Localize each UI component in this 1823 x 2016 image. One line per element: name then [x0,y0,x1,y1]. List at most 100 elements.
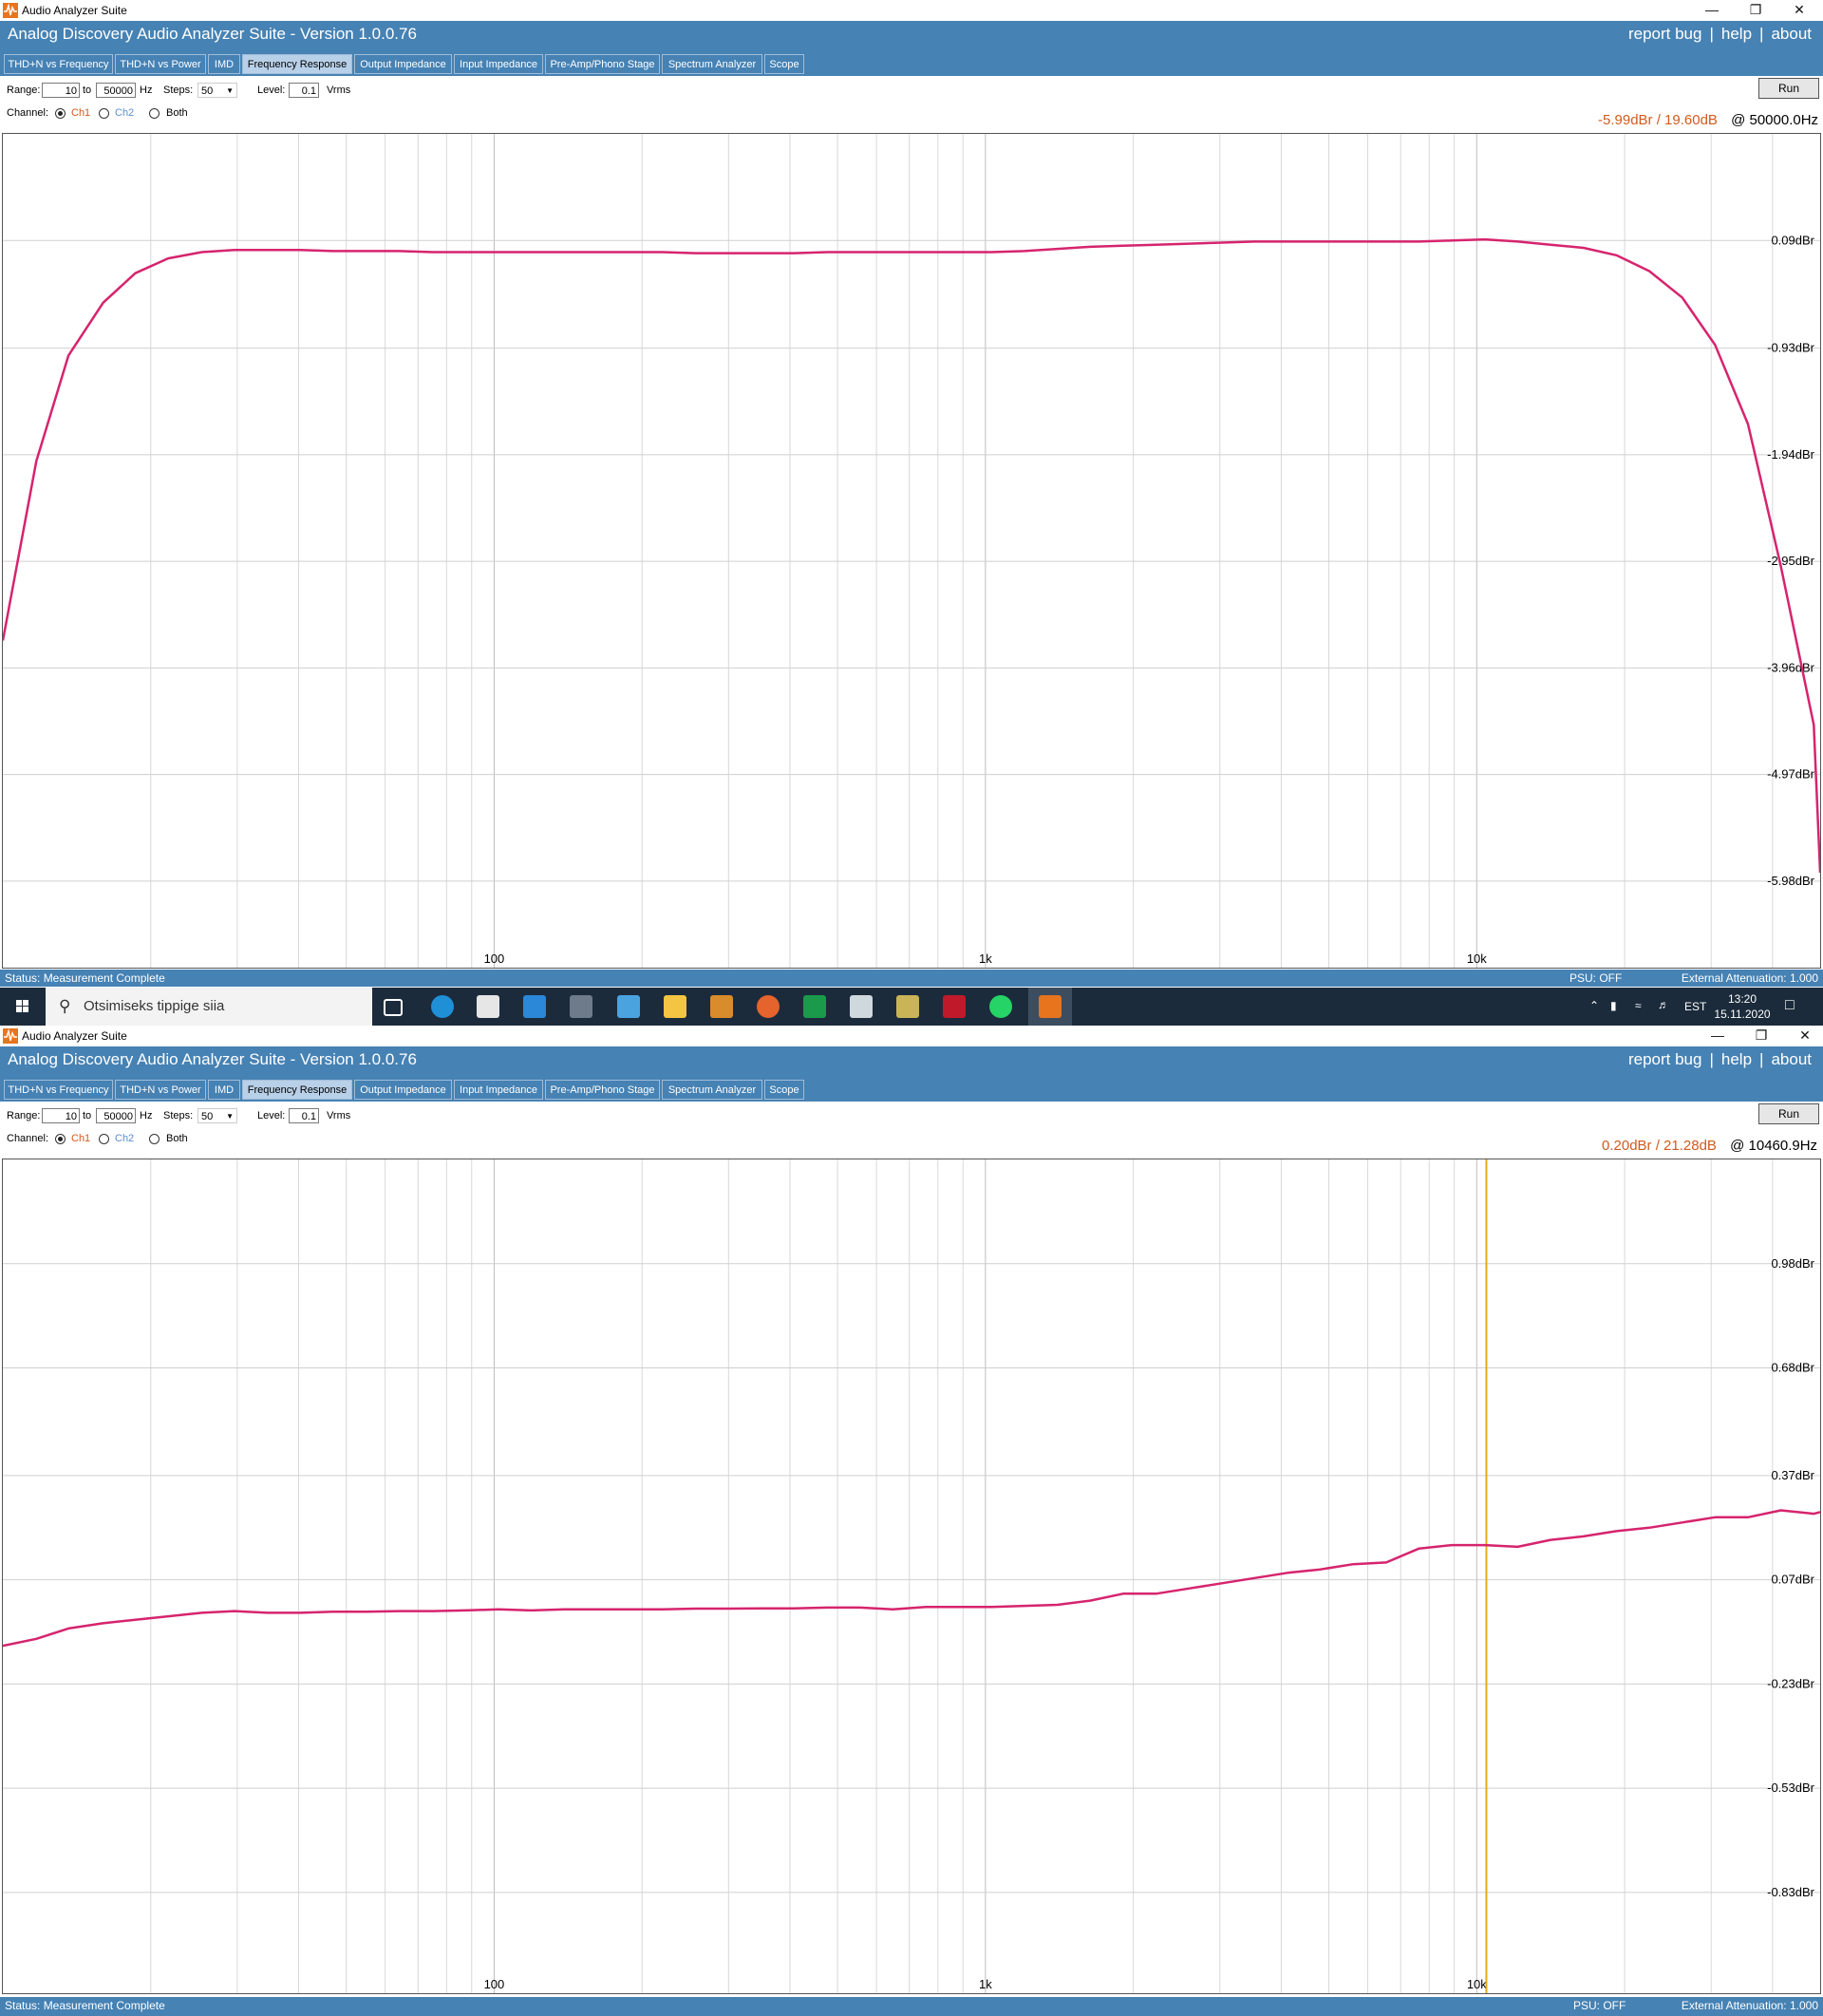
title-bar[interactable]: Audio Analyzer Suite — ❐ ✕ [0,1026,1823,1046]
chart-plot-area: 0.09dBr -0.93dBr -1.94dBr -2.95dBr -3.96dBr -… [3,134,1820,968]
y-tick-label: -0.53dBr [1767,1780,1815,1795]
taskbar-search[interactable]: ⚲ Otsimiseks tippige siia [46,988,372,1026]
range-from-input[interactable]: 10 [42,1108,80,1123]
tab-output-impedance[interactable]: Output Impedance [354,1080,452,1100]
restore-icon[interactable]: ❐ [1739,1026,1783,1046]
psu-status: PSU: OFF [1569,971,1623,985]
y-tick-label: -2.95dBr [1767,554,1815,568]
status-text: Status: Measurement Complete [5,1999,165,2012]
tab-scope[interactable]: Scope [764,1080,804,1100]
range-to-input[interactable]: 50000 [96,83,136,98]
channel-label: Channel: [7,107,49,119]
steps-select[interactable]: 50 ▼ [197,83,237,98]
hz-label: Hz [140,85,153,96]
tab-input-impedance[interactable]: Input Impedance [454,54,543,74]
frequency-response-chart[interactable]: 0.09dBr -0.93dBr -1.94dBr -2.95dBr -3.96dBr -… [2,133,1821,969]
steps-value: 50 [201,1111,214,1122]
calculator-icon[interactable] [570,995,592,1018]
red-app-icon[interactable] [943,995,966,1018]
x-tick-label: 1k [979,1977,992,1991]
range-to-label: to [83,1110,92,1121]
tab-thdn-vs-power[interactable]: THD+N vs Power [115,54,206,74]
windows-logo-icon [16,1000,28,1012]
readout-frequency: @ 10460.9Hz [1730,1138,1818,1154]
help-link[interactable]: help [1721,1050,1752,1068]
controls-panel: Range: 10 to 50000 Hz Steps: 50 ▼ Level: … [0,76,1823,133]
task-view-icon[interactable] [384,999,403,1016]
tab-frequency-response[interactable]: Frequency Response [242,54,352,74]
ch2-radio[interactable] [99,1134,109,1144]
tab-preamp-phono-stage[interactable]: Pre-Amp/Phono Stage [545,1080,660,1100]
both-radio[interactable] [149,1134,160,1144]
tab-spectrum-analyzer[interactable]: Spectrum Analyzer [662,54,762,74]
w-app-icon[interactable] [803,995,826,1018]
range-label: Range: [7,1110,41,1121]
minimize-icon[interactable]: — [1690,0,1734,21]
ch1-radio[interactable] [55,1134,66,1144]
minimize-icon[interactable]: — [1696,1026,1739,1046]
analyzer-window-1: Audio Analyzer Suite — ❐ ✕ Analog Discov… [0,0,1823,988]
tab-imd[interactable]: IMD [208,1080,240,1100]
app-icon [3,3,18,18]
file-explorer-icon[interactable] [664,995,686,1018]
both-label: Both [166,107,188,119]
x-tick-label: 10k [1467,951,1487,966]
photos-icon[interactable] [617,995,640,1018]
report-bug-link[interactable]: report bug [1628,25,1702,43]
tab-scope[interactable]: Scope [764,54,804,74]
clock-date: 15.11.2020 [1714,1008,1771,1021]
about-link[interactable]: about [1771,1050,1812,1068]
ch1-label: Ch1 [71,107,91,119]
report-bug-link[interactable]: report bug [1628,1050,1702,1068]
store-icon[interactable] [477,995,499,1018]
calendar-app-icon[interactable] [896,995,919,1018]
range-to-input[interactable]: 50000 [96,1108,136,1123]
about-link[interactable]: about [1771,25,1812,43]
ch1-radio[interactable] [55,108,66,119]
close-icon[interactable]: ✕ [1783,1026,1823,1046]
series-line [3,1509,1820,1648]
paint-icon[interactable] [710,995,733,1018]
ch2-radio[interactable] [99,108,109,119]
measurement-readout: 0.20dBr / 21.28dB @ 10460.9Hz [1602,1138,1817,1154]
tab-thdn-vs-frequency[interactable]: THD+N vs Frequency [4,1080,113,1100]
taskbar-clock[interactable]: 13:20 15.11.2020 [1709,991,1776,1022]
title-bar[interactable]: Audio Analyzer Suite — ❐ ✕ [0,0,1823,21]
audio-analyzer-icon[interactable] [1039,995,1062,1018]
hz-label: Hz [140,1110,153,1121]
steps-select[interactable]: 50 ▼ [197,1108,237,1123]
level-input[interactable]: 0.1 [289,1108,319,1123]
restore-icon[interactable]: ❐ [1734,0,1777,21]
steps-label: Steps: [163,85,194,96]
y-tick-label: 0.07dBr [1771,1573,1814,1587]
tab-thdn-vs-frequency[interactable]: THD+N vs Frequency [4,54,113,74]
tab-frequency-response[interactable]: Frequency Response [242,1080,352,1100]
run-button[interactable]: Run [1758,78,1819,99]
whatsapp-icon[interactable] [989,995,1012,1018]
both-radio[interactable] [149,108,160,119]
link-separator: | [1709,1050,1714,1068]
tab-preamp-phono-stage[interactable]: Pre-Amp/Phono Stage [545,54,660,74]
tab-output-impedance[interactable]: Output Impedance [354,54,452,74]
status-bar: Status: Measurement Complete PSU: OFF Ex… [0,970,1823,987]
level-input[interactable]: 0.1 [289,83,319,98]
range-from-input[interactable]: 10 [42,83,80,98]
help-link[interactable]: help [1721,25,1752,43]
edge-icon[interactable] [431,995,454,1018]
fox-app-icon[interactable] [850,995,873,1018]
header-links: report bug | help | about [1625,25,1815,44]
status-text: Status: Measurement Complete [5,971,165,985]
tab-spectrum-analyzer[interactable]: Spectrum Analyzer [662,1080,762,1100]
frequency-response-chart[interactable]: 0.98dBr 0.68dBr 0.37dBr 0.07dBr -0.23dBr -0.5… [2,1159,1821,1994]
psu-status: PSU: OFF [1573,1999,1626,2012]
firefox-icon[interactable] [757,995,780,1018]
start-button[interactable] [0,988,46,1026]
run-button[interactable]: Run [1758,1103,1819,1124]
mail-icon[interactable] [523,995,546,1018]
tab-imd[interactable]: IMD [208,54,240,74]
x-tick-label: 10k [1467,1977,1487,1991]
y-tick-label: -0.93dBr [1767,341,1815,355]
tab-input-impedance[interactable]: Input Impedance [454,1080,543,1100]
close-icon[interactable]: ✕ [1777,0,1821,21]
tab-thdn-vs-power[interactable]: THD+N vs Power [115,1080,206,1100]
